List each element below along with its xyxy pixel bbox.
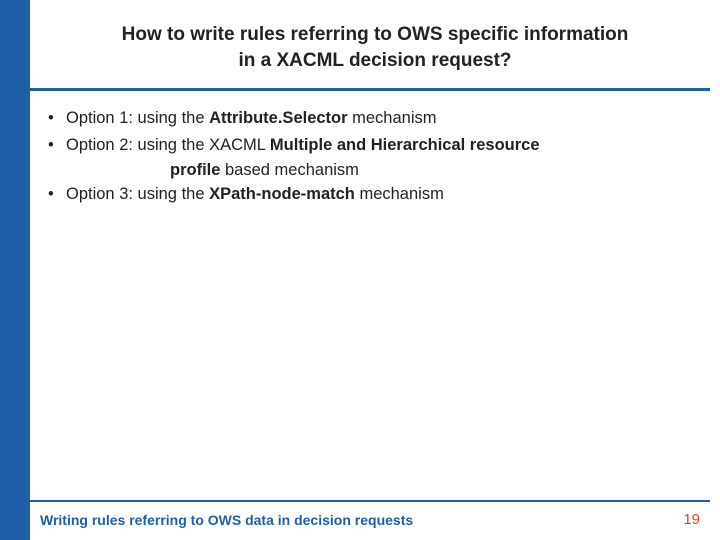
bullet-bold: Attribute.Selector bbox=[209, 109, 347, 127]
title-line-1: How to write rules referring to OWS spec… bbox=[122, 24, 629, 45]
slide-content: Option 1: using the Attribute.Selector m… bbox=[44, 106, 694, 209]
bullet-text: based mechanism bbox=[220, 161, 359, 179]
slide-footer: Writing rules referring to OWS data in d… bbox=[40, 511, 700, 528]
bullet-bold: profile bbox=[170, 161, 220, 179]
bullet-text: mechanism bbox=[348, 109, 437, 127]
bullet-bold: XPath-node-match bbox=[209, 185, 355, 203]
title-line-2: in a XACML decision request? bbox=[238, 50, 511, 71]
bullet-text: Option 2: using the XACML bbox=[66, 136, 270, 154]
bullet-bold: Multiple and Hierarchical resource bbox=[270, 136, 540, 154]
page-number: 19 bbox=[683, 511, 700, 528]
footer-text: Writing rules referring to OWS data in d… bbox=[40, 512, 413, 528]
list-item: Option 1: using the Attribute.Selector m… bbox=[44, 106, 694, 131]
slide: How to write rules referring to OWS spec… bbox=[0, 0, 720, 540]
bullet-text: mechanism bbox=[355, 185, 444, 203]
bullet-list: Option 3: using the XPath-node-match mec… bbox=[44, 182, 694, 207]
slide-title: How to write rules referring to OWS spec… bbox=[60, 22, 690, 73]
slide-header: How to write rules referring to OWS spec… bbox=[30, 0, 720, 85]
bullet-list: Option 1: using the Attribute.Selector m… bbox=[44, 106, 694, 158]
footer-line bbox=[30, 500, 710, 502]
title-underline bbox=[30, 88, 710, 91]
sidebar-accent bbox=[0, 0, 30, 540]
bullet-text: Option 3: using the bbox=[66, 185, 209, 203]
list-item: Option 2: using the XACML Multiple and H… bbox=[44, 133, 694, 158]
bullet-text: Option 1: using the bbox=[66, 109, 209, 127]
bullet-continuation: profile based mechanism bbox=[44, 158, 694, 183]
list-item: Option 3: using the XPath-node-match mec… bbox=[44, 182, 694, 207]
